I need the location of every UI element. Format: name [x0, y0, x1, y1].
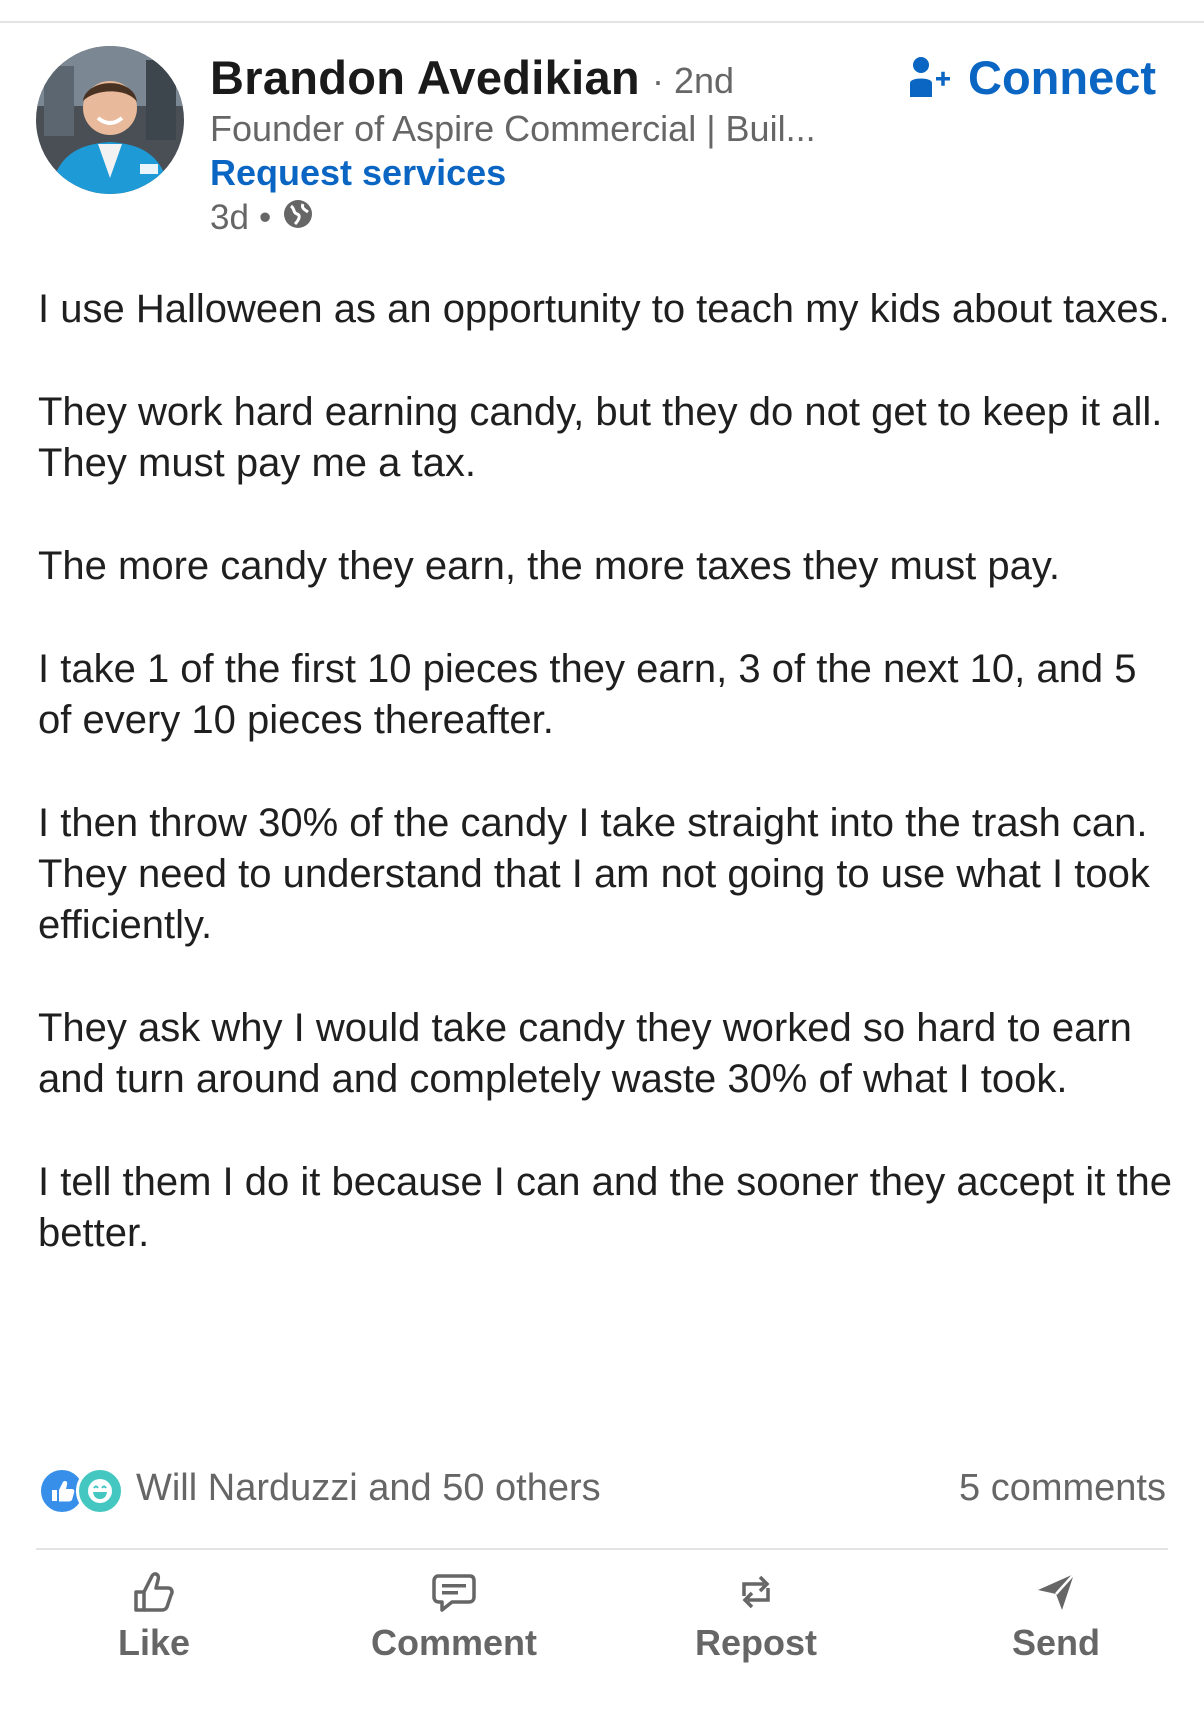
reactions-text: Will Narduzzi and 50 others	[136, 1466, 601, 1509]
post-paragraph: They ask why I would take candy they wor…	[38, 1006, 1132, 1101]
connect-button[interactable]: Connect	[908, 50, 1156, 105]
reactions-summary[interactable]: Will Narduzzi and 50 others	[38, 1462, 601, 1515]
top-divider	[0, 21, 1204, 23]
repost-icon	[730, 1566, 782, 1618]
author-headline[interactable]: Founder of Aspire Commercial | Buil...	[210, 108, 816, 150]
meta-separator: •	[258, 198, 272, 237]
action-bar: Like Comment Repost Send	[0, 1566, 1204, 1686]
send-label: Send	[1011, 1622, 1100, 1663]
post-paragraph: I tell them I do it because I can and th…	[38, 1160, 1173, 1255]
request-services-link[interactable]: Request services	[210, 152, 506, 194]
connect-label: Connect	[968, 51, 1156, 104]
author-name[interactable]: Brandon Avedikian	[210, 50, 640, 105]
comment-button[interactable]: Comment	[334, 1566, 574, 1664]
globe-icon	[281, 197, 315, 240]
reaction-icons	[38, 1465, 124, 1515]
author-avatar[interactable]	[36, 46, 184, 194]
actions-divider	[36, 1548, 1168, 1550]
post-paragraph: I take 1 of the first 10 pieces they ear…	[38, 647, 1137, 742]
post-body: I use Halloween as an opportunity to tea…	[38, 284, 1178, 1311]
like-button[interactable]: Like	[34, 1566, 274, 1664]
post-paragraph: They work hard earning candy, but they d…	[38, 390, 1163, 485]
like-label: Like	[117, 1622, 191, 1663]
like-icon	[128, 1566, 180, 1618]
repost-label: Repost	[694, 1622, 817, 1663]
send-button[interactable]: Send	[936, 1566, 1176, 1664]
post-paragraph: I then throw 30% of the candy I take str…	[38, 801, 1150, 947]
comment-icon	[428, 1566, 480, 1618]
post-paragraph: The more candy they earn, the more taxes…	[38, 544, 1060, 588]
post-meta: 3d •	[210, 196, 315, 240]
post-paragraph: I use Halloween as an opportunity to tea…	[38, 287, 1170, 331]
add-person-icon	[908, 55, 954, 101]
comments-count[interactable]: 5 comments	[959, 1462, 1166, 1514]
post-time: 3d	[210, 198, 249, 237]
comment-label: Comment	[370, 1622, 537, 1663]
repost-button[interactable]: Repost	[636, 1566, 876, 1664]
send-icon	[1030, 1566, 1082, 1618]
connection-degree: · 2nd	[652, 60, 735, 101]
funny-reaction-icon	[76, 1467, 124, 1515]
